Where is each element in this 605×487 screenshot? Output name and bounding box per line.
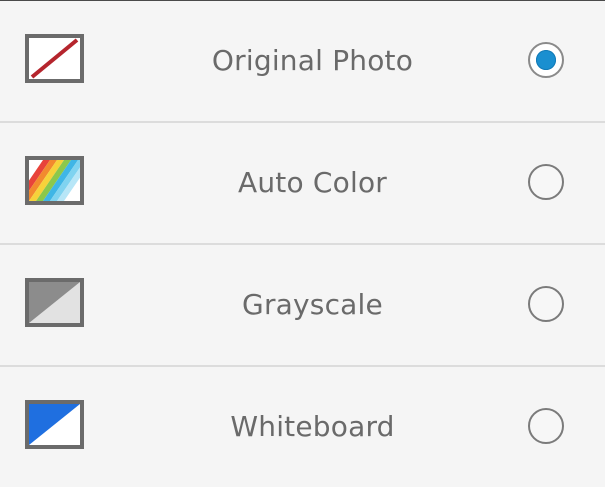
radio-button[interactable] [528, 164, 564, 200]
whiteboard-icon [25, 400, 84, 449]
auto-color-icon [25, 156, 84, 205]
option-label: Whiteboard [230, 410, 395, 443]
radio-selected-dot [536, 50, 556, 70]
option-label: Grayscale [242, 288, 383, 321]
original-photo-icon [25, 34, 84, 83]
filter-options-list: Original Photo Auto Color Grayscale Whit… [0, 1, 605, 487]
grayscale-icon [25, 278, 84, 327]
option-label: Auto Color [237, 166, 387, 199]
option-label: Original Photo [211, 44, 414, 77]
option-grayscale[interactable]: Grayscale [0, 245, 605, 367]
option-whiteboard[interactable]: Whiteboard [0, 367, 605, 487]
option-original-photo[interactable]: Original Photo [0, 1, 605, 123]
radio-button[interactable] [528, 408, 564, 444]
radio-button-selected[interactable] [528, 42, 564, 78]
option-auto-color[interactable]: Auto Color [0, 123, 605, 245]
radio-button[interactable] [528, 286, 564, 322]
